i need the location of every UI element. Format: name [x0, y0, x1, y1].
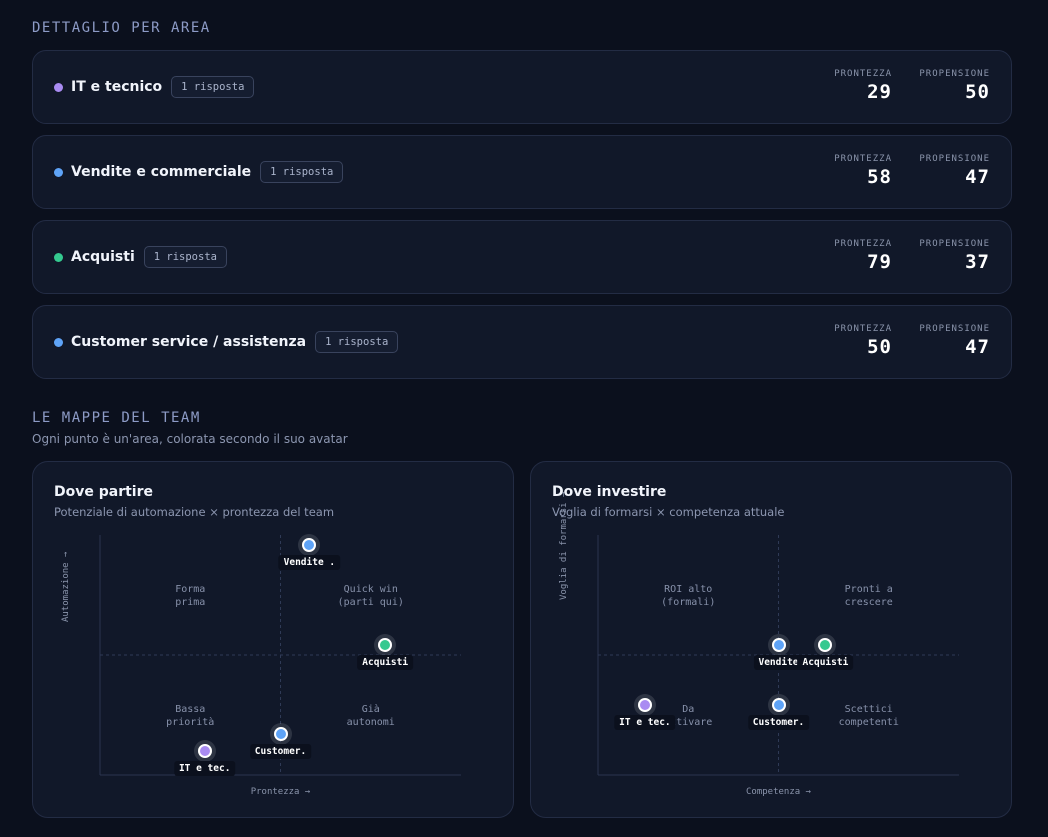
- readiness-label: PRONTEZZA: [834, 324, 892, 334]
- data-point-label: IT e tec.: [614, 715, 676, 731]
- quadrant-label-top-right: Quick win (parti qui): [337, 584, 404, 608]
- readiness-label: PRONTEZZA: [834, 154, 892, 164]
- area-color-dot: [54, 83, 63, 92]
- area-color-dot: [54, 253, 63, 262]
- x-axis-label: Prontezza →: [250, 787, 311, 797]
- data-point[interactable]: [197, 744, 212, 758]
- area-name: Vendite e commerciale: [71, 164, 252, 180]
- area-card[interactable]: Acquisti 1 risposta PRONTEZZA 79 PROPENSIONE…: [32, 220, 1012, 294]
- response-count-badge: 1 risposta: [315, 331, 399, 353]
- quadrant-label-bottom-left: Bassa priorità: [166, 704, 215, 728]
- readiness-metric: PRONTEZZA 29: [834, 69, 892, 103]
- propensity-metric: PROPENSIONE 50: [919, 69, 990, 103]
- response-count-badge: 1 risposta: [171, 76, 255, 98]
- area-card[interactable]: Customer service / assistenza 1 risposta P…: [32, 305, 1012, 379]
- response-count-badge: 1 risposta: [143, 246, 227, 268]
- area-name: IT e tecnico: [71, 79, 163, 95]
- readiness-value: 79: [867, 251, 892, 273]
- propensity-label: PROPENSIONE: [919, 239, 990, 249]
- readiness-value: 29: [867, 81, 892, 103]
- readiness-metric: PRONTEZZA 58: [834, 154, 892, 188]
- propensity-label: PROPENSIONE: [919, 154, 990, 164]
- data-point-label: Customer.: [249, 744, 312, 760]
- propensity-label: PROPENSIONE: [919, 69, 990, 79]
- area-heading: Acquisti 1 risposta: [71, 246, 227, 268]
- maps-section-title: LE MAPPE DEL TEAM: [32, 410, 201, 426]
- propensity-value: 50: [965, 81, 990, 103]
- data-point[interactable]: [771, 698, 786, 713]
- x-axis-label: Competenza →: [745, 787, 812, 797]
- map-card-dove-partire: Dove partire Potenziale di automazione × …: [32, 461, 514, 818]
- readiness-value: 50: [867, 336, 892, 358]
- quadrant-label-top-left: ROI alto (formali): [661, 584, 716, 608]
- propensity-label: PROPENSIONE: [919, 324, 990, 334]
- readiness-value: 58: [867, 166, 892, 188]
- propensity-value: 47: [965, 336, 990, 358]
- area-name: Acquisti: [71, 249, 135, 265]
- readiness-metric: PRONTEZZA 79: [834, 239, 892, 273]
- data-point-label: Vendite .: [278, 554, 341, 570]
- data-point-label: IT e tec.: [173, 761, 236, 776]
- maps-section-subtitle: Ogni punto è un'area, colorata secondo i…: [32, 432, 348, 446]
- area-card[interactable]: Vendite e commerciale 1 risposta PRONTEZZA…: [32, 135, 1012, 209]
- area-color-dot: [54, 338, 63, 347]
- map-card-dove-investire: Dove investire Voglia di formarsi × compe…: [530, 461, 1012, 818]
- data-point-label: Vendite: [753, 655, 804, 671]
- propensity-value: 47: [965, 166, 990, 188]
- detail-section-title: DETTAGLIO PER AREA: [32, 20, 211, 36]
- propensity-value: 37: [965, 251, 990, 273]
- y-axis-label: Automazione →: [61, 551, 71, 622]
- area-card[interactable]: IT e tecnico 1 risposta PRONTEZZA 29 PROPENS…: [32, 50, 1012, 124]
- data-point[interactable]: [302, 537, 317, 552]
- quadrant-label-top-right: Pronti a crescere: [844, 584, 893, 608]
- propensity-metric: PROPENSIONE 37: [919, 239, 990, 273]
- data-point-label: Acquisti: [357, 655, 414, 671]
- quadrant-label-bottom-right: Già autonomi: [346, 704, 395, 728]
- quadrant-label-top-left: Forma prima: [175, 584, 206, 608]
- readiness-metric: PRONTEZZA 50: [834, 324, 892, 358]
- data-point-label: Customer.: [747, 715, 810, 731]
- propensity-metric: PROPENSIONE 47: [919, 324, 990, 358]
- area-heading: Vendite e commerciale 1 risposta: [71, 161, 344, 183]
- data-point[interactable]: [771, 638, 786, 653]
- y-axis-label: Voglia di formarsi →: [559, 491, 569, 600]
- area-name: Customer service / assistenza: [71, 334, 307, 350]
- response-count-badge: 1 risposta: [260, 161, 344, 183]
- area-heading: Customer service / assistenza 1 risposta: [71, 331, 399, 353]
- readiness-label: PRONTEZZA: [834, 239, 892, 249]
- data-point-label: Acquisti: [797, 655, 854, 671]
- area-heading: IT e tecnico 1 risposta: [71, 76, 255, 98]
- quadrant-label-bottom-right: Scettici competenti: [838, 704, 899, 728]
- propensity-metric: PROPENSIONE 47: [919, 154, 990, 188]
- readiness-label: PRONTEZZA: [834, 69, 892, 79]
- scatter-plot: [99, 535, 461, 776]
- data-point[interactable]: [273, 727, 288, 742]
- area-color-dot: [54, 168, 63, 177]
